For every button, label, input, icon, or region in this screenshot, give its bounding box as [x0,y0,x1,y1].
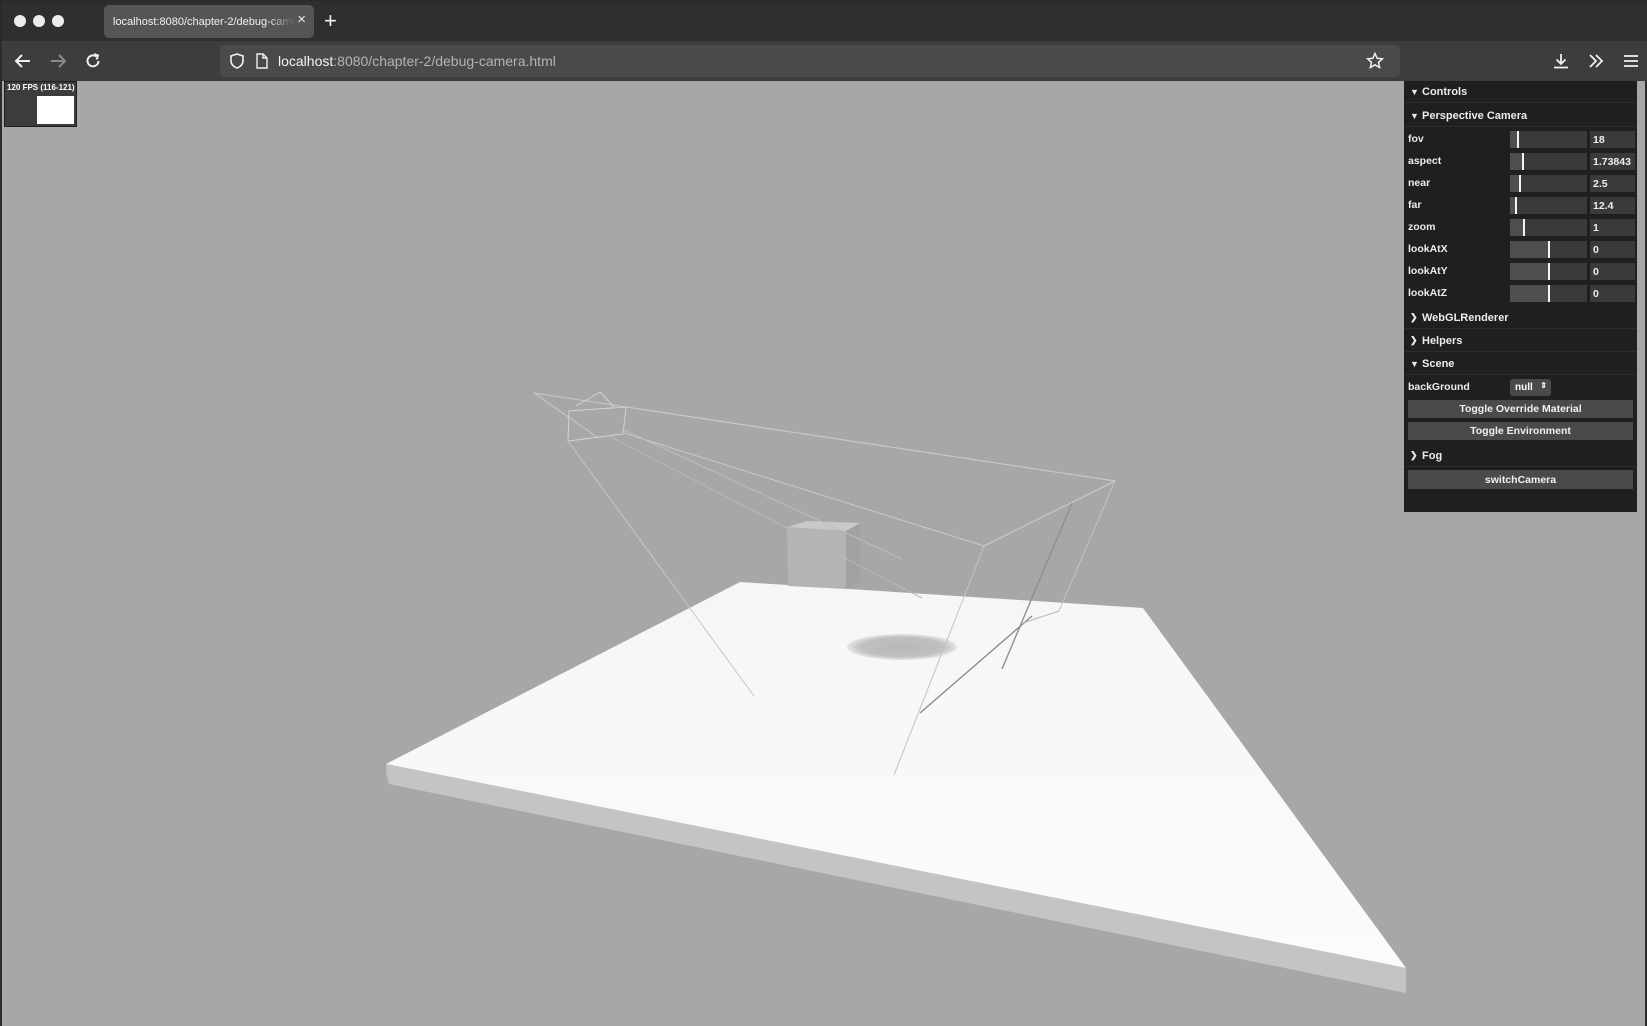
navigation-bar: localhost:8080/chapter-2/debug-camera.ht… [2,41,1647,81]
hamburger-menu-icon [1624,55,1638,67]
double-chevron-icon [1589,54,1604,68]
tab-title: localhost:8080/chapter-2/debug-camera.ht… [113,15,295,28]
param-value-lookaty[interactable]: 0 [1590,263,1635,280]
switch-camera-button[interactable]: switchCamera [1408,470,1633,489]
controls-title: Controls [1422,85,1468,98]
back-arrow-icon [14,54,30,68]
param-row-zoom: zoom 1 [1404,216,1637,238]
chevron-down-icon: ▼ [1410,358,1419,369]
reload-button[interactable] [82,51,104,71]
param-row-near: near 2.5 [1404,172,1637,194]
fps-label: 120 FPS (116-121) [7,83,75,92]
minimize-window-dot[interactable] [33,15,45,27]
forward-button[interactable] [47,51,69,71]
helpers-folder-header[interactable]: ❯ Helpers [1404,330,1637,352]
param-label: fov [1408,133,1424,145]
fps-graph [37,96,74,124]
page-icon [256,53,268,69]
param-slider-lookatx[interactable] [1510,241,1587,258]
shield-icon[interactable] [230,53,244,69]
param-label: far [1408,199,1422,211]
webgl-canvas[interactable]: 120 FPS (116-121) ▼ Controls ▼ Perspecti… [2,81,1645,1026]
param-slider-near[interactable] [1510,175,1587,192]
webglrenderer-title: WebGLRenderer [1422,311,1509,324]
reload-icon [86,53,100,68]
param-label: lookAtZ [1408,287,1448,299]
param-value-fov[interactable]: 18 [1590,131,1635,148]
toggle-environment-button[interactable]: Toggle Environment [1408,422,1633,440]
background-row: backGround null ⇕ [1404,376,1637,398]
param-slider-lookatz[interactable] [1510,285,1587,302]
param-row-lookatz: lookAtZ 0 [1404,282,1637,304]
gui-panel: ▼ Controls ▼ Perspective Camera fov 18 a… [1404,81,1637,512]
controls-folder-header[interactable]: ▼ Controls [1404,81,1637,103]
maximize-window-dot[interactable] [52,15,64,27]
background-label: backGround [1408,381,1470,393]
address-bar[interactable]: localhost:8080/chapter-2/debug-camera.ht… [220,45,1400,77]
url-path: :8080/chapter-2/debug-camera.html [333,53,556,69]
app-menu-button[interactable] [1620,51,1642,71]
cube-front [787,527,846,589]
param-row-lookaty: lookAtY 0 [1404,260,1637,282]
url-text[interactable]: localhost:8080/chapter-2/debug-camera.ht… [278,53,556,69]
param-slider-fov[interactable] [1510,131,1587,148]
background-select-value: null [1515,382,1533,393]
select-updown-icon: ⇕ [1540,381,1547,390]
param-label: lookAtY [1408,265,1448,277]
param-row-lookatx: lookAtX 0 [1404,238,1637,260]
chevron-down-icon: ▼ [1410,86,1419,97]
url-host: localhost [278,53,334,69]
chevron-down-icon: ▼ [1410,110,1419,121]
param-value-near[interactable]: 2.5 [1590,175,1635,192]
new-tab-button[interactable]: + [324,8,337,34]
scene-render [386,391,1406,993]
tab-bar: localhost:8080/chapter-2/debug-camera.ht… [2,2,1647,41]
toggle-override-material-button[interactable]: Toggle Override Material [1408,400,1633,418]
chevron-right-icon: ❯ [1410,335,1418,345]
param-value-zoom[interactable]: 1 [1590,219,1635,236]
back-button[interactable] [12,51,34,71]
close-window-dot[interactable] [14,15,26,27]
browser-window: localhost:8080/chapter-2/debug-camera.ht… [0,0,1647,1026]
bookmark-star-icon[interactable] [1366,52,1384,70]
webglrenderer-folder-header[interactable]: ❯ WebGLRenderer [1404,307,1637,329]
param-row-aspect: aspect 1.73843 [1404,150,1637,172]
param-label: near [1408,177,1431,189]
param-label: lookAtX [1408,243,1448,255]
param-value-far[interactable]: 12.4 [1590,197,1635,214]
param-slider-lookaty[interactable] [1510,263,1587,280]
helpers-title: Helpers [1422,334,1463,347]
overflow-menu-button[interactable] [1585,51,1607,71]
param-value-lookatx[interactable]: 0 [1590,241,1635,258]
fog-title: Fog [1422,449,1443,462]
perspective-camera-title: Perspective Camera [1422,109,1528,122]
param-row-fov: fov 18 [1404,128,1637,150]
forward-arrow-icon [51,54,67,68]
param-label: aspect [1408,155,1442,167]
perspective-camera-folder-header[interactable]: ▼ Perspective Camera [1404,105,1637,127]
param-slider-zoom[interactable] [1510,219,1587,236]
param-row-far: far 12.4 [1404,194,1637,216]
background-select[interactable]: null ⇕ [1510,379,1551,396]
param-label: zoom [1408,221,1436,233]
chevron-right-icon: ❯ [1410,312,1418,322]
scene-title: Scene [1422,357,1455,370]
download-icon [1554,54,1568,69]
fps-stats-panel[interactable]: 120 FPS (116-121) [4,81,77,127]
param-slider-aspect[interactable] [1510,153,1587,170]
param-slider-far[interactable] [1510,197,1587,214]
scene-folder-header[interactable]: ▼ Scene [1404,353,1637,375]
tab-close-icon[interactable]: × [297,12,306,28]
param-value-aspect[interactable]: 1.73843 [1590,153,1635,170]
chevron-right-icon: ❯ [1410,450,1418,460]
param-value-lookatz[interactable]: 0 [1590,285,1635,302]
downloads-button[interactable] [1550,51,1572,71]
fog-folder-header[interactable]: ❯ Fog [1404,445,1637,467]
cube-side [846,523,860,589]
tab-debug-camera[interactable]: localhost:8080/chapter-2/debug-camera.ht… [104,5,314,38]
